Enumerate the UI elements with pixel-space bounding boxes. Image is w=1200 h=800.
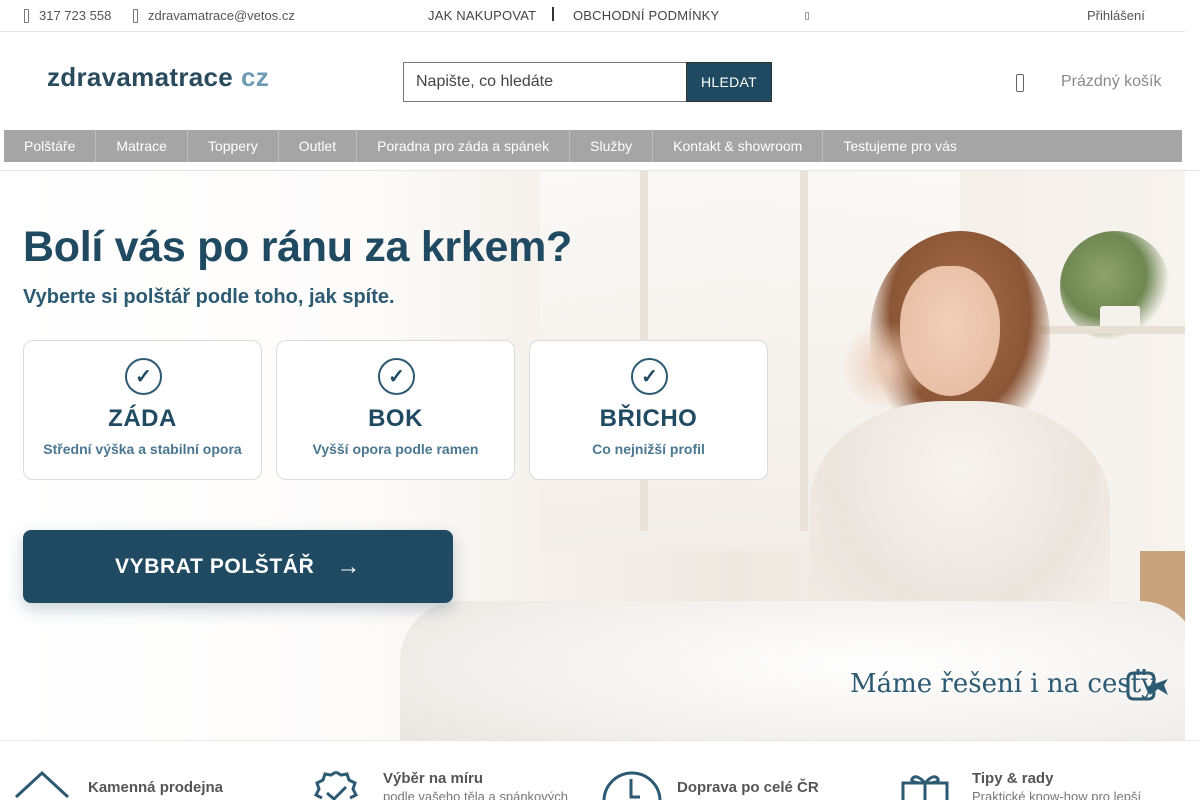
check-icon: ✓: [125, 358, 162, 395]
house-icon: [14, 770, 70, 799]
benefit-title: Tipy & rady: [972, 770, 1054, 787]
small-icon[interactable]: [805, 12, 809, 20]
pillow-plane-icon[interactable]: [1124, 665, 1170, 703]
top-link-separator: [552, 7, 554, 21]
nav-item-advice[interactable]: Poradna pro záda a spánek: [357, 130, 571, 162]
card-title: ZÁDA: [108, 405, 177, 432]
sleep-position-card-stomach[interactable]: ✓ BŘICHO Co nejnižší profil: [529, 340, 768, 480]
gift-icon: [901, 775, 949, 800]
sleep-position-card-back[interactable]: ✓ ZÁDA Střední výška a stabilní opora: [23, 340, 262, 480]
phone-contact[interactable]: 317 723 558: [24, 8, 111, 23]
site-logo[interactable]: zdravamatrace cz: [47, 62, 269, 93]
card-description: Střední výška a stabilní opora: [43, 441, 242, 457]
benefit-title: Kamenná prodejna: [88, 779, 224, 796]
nav-item-services[interactable]: Služby: [570, 130, 654, 162]
check-icon: ✓: [631, 358, 668, 395]
card-description: Vyšší opora podle ramen: [312, 441, 479, 457]
top-bar: 317 723 558 zdravamatrace@vetos.cz JAK N…: [0, 0, 1185, 32]
card-title: BOK: [368, 405, 423, 432]
nav-item-mattresses[interactable]: Matrace: [96, 130, 188, 162]
hero-photo-shelf: [1040, 326, 1185, 334]
link-terms[interactable]: OBCHODNÍ PODMÍNKY: [573, 8, 719, 23]
nav-item-outlet[interactable]: Outlet: [279, 130, 358, 162]
nav-item-contact[interactable]: Kontakt & showroom: [653, 130, 824, 162]
hero-photo-hand: [840, 321, 930, 411]
email-icon: [133, 8, 138, 23]
logo-tld: cz: [241, 62, 270, 92]
check-icon: ✓: [378, 358, 415, 395]
hero-photo-pot: [1100, 306, 1140, 328]
arrow-right-icon: →: [336, 552, 361, 580]
travel-promo-link[interactable]: Máme řešení i na cesty: [850, 669, 1156, 699]
clock-icon: [602, 771, 662, 800]
phone-number[interactable]: 317 723 558: [39, 8, 111, 23]
email-address[interactable]: zdravamatrace@vetos.cz: [148, 8, 295, 23]
card-description: Co nejnižší profil: [592, 441, 705, 457]
badge-check-icon: [313, 770, 359, 800]
choose-pillow-button[interactable]: VYBRAT POLŠTÁŘ →: [23, 530, 453, 603]
benefit-title: Doprava po celé ČR: [677, 779, 819, 796]
link-how-to-buy[interactable]: JAK NAKUPOVAT: [428, 8, 536, 23]
cart-status[interactable]: Prázdný košík: [1061, 73, 1161, 91]
logo-main: zdravamatrace: [47, 62, 234, 92]
sleep-position-card-side[interactable]: ✓ BOK Vyšší opora podle ramen: [276, 340, 515, 480]
search-button[interactable]: HLEDAT: [686, 62, 772, 102]
benefits-strip: Kamenná prodejna Výběr na míru podle vaš…: [0, 740, 1200, 800]
card-title: BŘICHO: [599, 405, 698, 432]
cart-icon[interactable]: [1016, 74, 1024, 92]
hero-photo-woman: [810, 401, 1110, 631]
search-input[interactable]: [403, 62, 687, 102]
nav-item-testing[interactable]: Testujeme pro vás: [823, 130, 977, 162]
email-contact[interactable]: zdravamatrace@vetos.cz: [133, 8, 295, 23]
cta-label: VYBRAT POLŠTÁŘ: [115, 554, 315, 578]
hero-photo-frame: [800, 171, 808, 531]
login-link[interactable]: Přihlášení: [1087, 8, 1145, 23]
benefit-subtitle: Praktické know-how pro lepší: [972, 789, 1142, 800]
benefit-title: Výběr na míru: [383, 770, 484, 787]
benefit-subtitle: podle vašeho těla a spánkových: [383, 789, 569, 800]
hero-banner: Bolí vás po ránu za krkem? Vyberte si po…: [0, 171, 1185, 740]
nav-item-toppers[interactable]: Toppery: [188, 130, 279, 162]
phone-icon: [24, 8, 29, 23]
hero-title: Bolí vás po ránu za krkem?: [23, 223, 572, 271]
nav-item-pillows[interactable]: Polštáře: [4, 130, 97, 162]
hero-subtitle: Vyberte si polštář podle toho, jak spíte…: [23, 286, 395, 308]
main-nav: Polštáře Matrace Toppery Outlet Poradna …: [4, 130, 1182, 162]
